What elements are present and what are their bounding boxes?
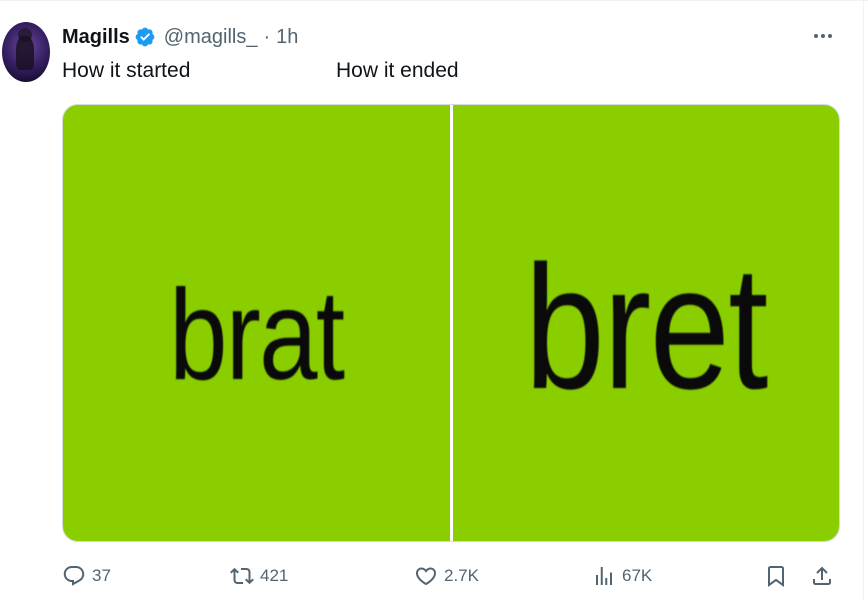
bookmark-icon xyxy=(768,566,784,587)
like-icon xyxy=(415,567,437,586)
reply-icon xyxy=(63,566,85,586)
verified-icon[interactable] xyxy=(134,26,156,48)
reply-button[interactable]: 37 xyxy=(62,562,111,590)
caption-right: How it ended xyxy=(336,59,459,82)
author-display-name[interactable]: Magills xyxy=(62,26,130,49)
media-panel-right[interactable]: bret xyxy=(453,105,839,541)
frame-right-border xyxy=(863,0,868,600)
author-handle[interactable]: @magills_ xyxy=(164,26,258,49)
share-button[interactable] xyxy=(810,562,834,590)
media-text-right: bret xyxy=(524,230,769,426)
tweet-header: Magills @magills_ · 1h xyxy=(62,24,298,50)
views-button[interactable]: 67K xyxy=(592,562,652,590)
avatar[interactable] xyxy=(2,22,50,82)
views-icon xyxy=(596,567,612,585)
media-panel-left[interactable]: brat xyxy=(63,105,450,541)
like-button[interactable]: 2.7K xyxy=(414,562,479,590)
tweet-action-bar: 37 421 2.7K 67K xyxy=(62,562,842,590)
more-options-button[interactable] xyxy=(808,26,838,46)
tweet-media[interactable]: brat bret xyxy=(62,104,840,542)
repost-count: 421 xyxy=(260,566,289,585)
views-count: 67K xyxy=(622,566,653,585)
more-icon-dot xyxy=(828,34,832,38)
tweet-timestamp[interactable]: 1h xyxy=(276,26,298,49)
like-count: 2.7K xyxy=(444,566,479,585)
header-separator: · xyxy=(263,25,271,48)
bookmark-button[interactable] xyxy=(764,562,788,590)
more-icon-dot xyxy=(821,34,825,38)
media-text-left: brat xyxy=(169,263,345,407)
more-icon xyxy=(814,34,818,38)
repost-button[interactable]: 421 xyxy=(230,562,288,590)
reply-count: 37 xyxy=(92,566,111,585)
caption-left: How it started xyxy=(62,59,191,82)
share-icon xyxy=(813,566,831,585)
avatar-figure-shape xyxy=(16,36,34,70)
repost-icon xyxy=(230,567,254,585)
frame-top-border xyxy=(0,0,868,5)
